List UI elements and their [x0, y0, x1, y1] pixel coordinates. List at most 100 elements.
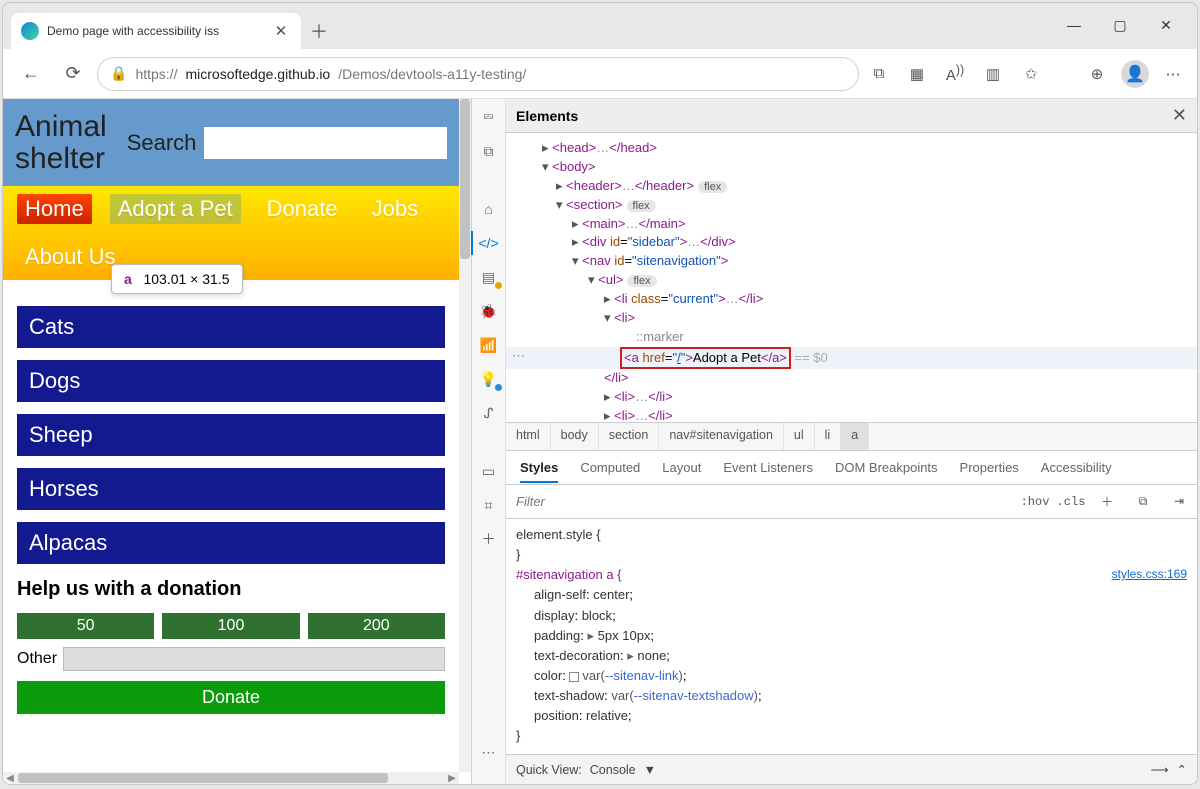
chevron-down-icon[interactable]: ▼: [644, 763, 656, 777]
search-input[interactable]: [204, 127, 447, 159]
back-button[interactable]: ←: [13, 56, 49, 92]
toggle-panel-icon[interactable]: ⧉: [1125, 495, 1161, 509]
donation-section: Help us with a donation 50 100 200 Other…: [3, 574, 459, 728]
quick-view-bar[interactable]: Quick View: Console ▼ ⟶ ⌃: [506, 754, 1197, 784]
quickview-label: Quick View:: [516, 763, 582, 777]
cat-horses[interactable]: Horses: [17, 468, 445, 510]
nav-home[interactable]: Home: [17, 194, 92, 224]
devtools-main: Elements ✕ ▸ <head>…</head> ▾ <body> ▸ <…: [506, 99, 1197, 784]
nav-adopt[interactable]: Adopt a Pet: [110, 194, 241, 224]
collections-icon[interactable]: ⊕: [1083, 65, 1111, 83]
toggle-side-icon[interactable]: ⇥: [1161, 494, 1197, 509]
network-icon[interactable]: 📶: [479, 335, 499, 355]
profile-button[interactable]: 👤: [1121, 60, 1149, 88]
cat-alpacas[interactable]: Alpacas: [17, 522, 445, 564]
site-title: Animalshelter: [15, 111, 107, 174]
devtools-close-icon[interactable]: ✕: [1172, 105, 1187, 126]
crumb-nav[interactable]: nav#sitenavigation: [659, 423, 784, 450]
tab-accessibility[interactable]: Accessibility: [1041, 460, 1112, 475]
search-label: Search: [127, 130, 197, 156]
page-pane: Animalshelter Search Home Adopt a Pet Do…: [3, 99, 471, 784]
inspect-tooltip: a 103.01 × 31.5: [111, 264, 243, 294]
read-aloud-icon[interactable]: A)): [941, 63, 969, 84]
add-tool-icon[interactable]: ＋: [479, 529, 499, 549]
new-rule-button[interactable]: ＋: [1089, 493, 1125, 510]
tooltip-tag: a: [124, 271, 132, 287]
browser-tab[interactable]: Demo page with accessibility iss ✕: [11, 13, 301, 49]
application-icon[interactable]: ▭: [479, 461, 499, 481]
devtools-header: Elements ✕: [506, 99, 1197, 133]
cat-cats[interactable]: Cats: [17, 306, 445, 348]
refresh-button[interactable]: ⟳: [55, 56, 91, 92]
selected-dom-row[interactable]: ⋯ <a href="/">Adopt a Pet</a> == $0: [506, 347, 1197, 370]
tab-styles[interactable]: Styles: [520, 460, 558, 475]
donate-200[interactable]: 200: [308, 613, 445, 639]
security-icon[interactable]: ⌗: [479, 495, 499, 515]
address-bar[interactable]: 🔒 https:// microsoftedge.github.io/Demos/…: [97, 57, 859, 91]
performance-icon[interactable]: 💡: [479, 369, 499, 389]
donate-100[interactable]: 100: [162, 613, 299, 639]
url-path: /Demos/devtools-a11y-testing/: [338, 66, 526, 82]
close-tab-icon[interactable]: ✕: [271, 22, 291, 40]
favorites-icon[interactable]: ✩: [1017, 65, 1045, 83]
dom-breadcrumbs[interactable]: html body section nav#sitenavigation ul …: [506, 423, 1197, 451]
content-area: Animalshelter Search Home Adopt a Pet Do…: [3, 99, 1197, 784]
cat-dogs[interactable]: Dogs: [17, 360, 445, 402]
hov-toggle[interactable]: :hov: [1017, 495, 1053, 509]
url-prefix: https://: [135, 66, 177, 82]
inspect-icon[interactable]: ⮹: [479, 107, 499, 127]
tab-computed[interactable]: Computed: [580, 460, 640, 475]
window-controls: — ▢ ✕: [1051, 9, 1189, 41]
device-icon[interactable]: ⧉: [479, 141, 499, 161]
page-vscrollbar[interactable]: [459, 99, 471, 772]
styles-tabs: Styles Computed Layout Event Listeners D…: [506, 451, 1197, 485]
crumb-li[interactable]: li: [815, 423, 842, 450]
donate-button[interactable]: Donate: [17, 681, 445, 714]
crumb-ul[interactable]: ul: [784, 423, 815, 450]
nav-jobs[interactable]: Jobs: [364, 194, 426, 224]
crumb-section[interactable]: section: [599, 423, 660, 450]
devtools-more-icon[interactable]: ⋯: [479, 742, 499, 762]
styles-body[interactable]: element.style { } styles.css:169 #sitena…: [506, 519, 1197, 754]
new-tab-button[interactable]: ＋: [301, 13, 337, 49]
lock-icon: 🔒: [110, 65, 127, 82]
minimize-button[interactable]: —: [1051, 9, 1097, 41]
donate-50[interactable]: 50: [17, 613, 154, 639]
cat-sheep[interactable]: Sheep: [17, 414, 445, 456]
crumb-body[interactable]: body: [551, 423, 599, 450]
source-link[interactable]: styles.css:169: [1112, 565, 1187, 584]
edge-icon: [21, 22, 39, 40]
memory-icon[interactable]: ᔑ: [479, 403, 499, 423]
page-hscrollbar[interactable]: ◀▶: [3, 772, 459, 784]
elements-icon[interactable]: </>: [479, 233, 499, 253]
console-icon[interactable]: ▤: [479, 267, 499, 287]
pseudo-marker: ::marker: [506, 328, 1197, 347]
styles-filter-input[interactable]: [506, 494, 1017, 509]
maximize-button[interactable]: ▢: [1097, 9, 1143, 41]
tab-layout[interactable]: Layout: [662, 460, 701, 475]
sources-icon[interactable]: 🐞: [479, 301, 499, 321]
more-icon[interactable]: ⋯: [1159, 65, 1187, 83]
qr-icon[interactable]: ▦: [903, 65, 931, 83]
tab-dom-breakpoints[interactable]: DOM Breakpoints: [835, 460, 938, 475]
quickview-value[interactable]: Console: [590, 763, 636, 777]
tab-listeners[interactable]: Event Listeners: [723, 460, 813, 475]
dom-tree[interactable]: ▸ <head>…</head> ▾ <body> ▸ <header>…</h…: [506, 133, 1197, 423]
devtools: ⮹ ⧉ ⌂ </> ▤ 🐞 📶 💡 ᔑ ▭ ⌗ ＋ ⋯ Ele: [471, 99, 1197, 784]
close-window-button[interactable]: ✕: [1143, 9, 1189, 41]
url-host: microsoftedge.github.io: [185, 66, 330, 82]
reader-icon[interactable]: ▥: [979, 65, 1007, 83]
crumb-a[interactable]: a: [841, 423, 869, 450]
quickview-run-icon[interactable]: ⟶: [1151, 762, 1169, 777]
welcome-icon[interactable]: ⌂: [479, 199, 499, 219]
chevron-up-icon[interactable]: ⌃: [1177, 762, 1187, 777]
nav-donate[interactable]: Donate: [259, 194, 346, 224]
devtools-activity-bar: ⮹ ⧉ ⌂ </> ▤ 🐞 📶 💡 ᔑ ▭ ⌗ ＋ ⋯: [472, 99, 506, 784]
cls-toggle[interactable]: .cls: [1053, 495, 1089, 509]
other-input[interactable]: [63, 647, 445, 671]
tab-properties[interactable]: Properties: [960, 460, 1019, 475]
nav-about[interactable]: About Us: [17, 242, 124, 272]
tooltip-dims: 103.01 × 31.5: [143, 271, 229, 287]
responsive-icon[interactable]: ⧉: [865, 65, 893, 82]
crumb-html[interactable]: html: [506, 423, 551, 450]
